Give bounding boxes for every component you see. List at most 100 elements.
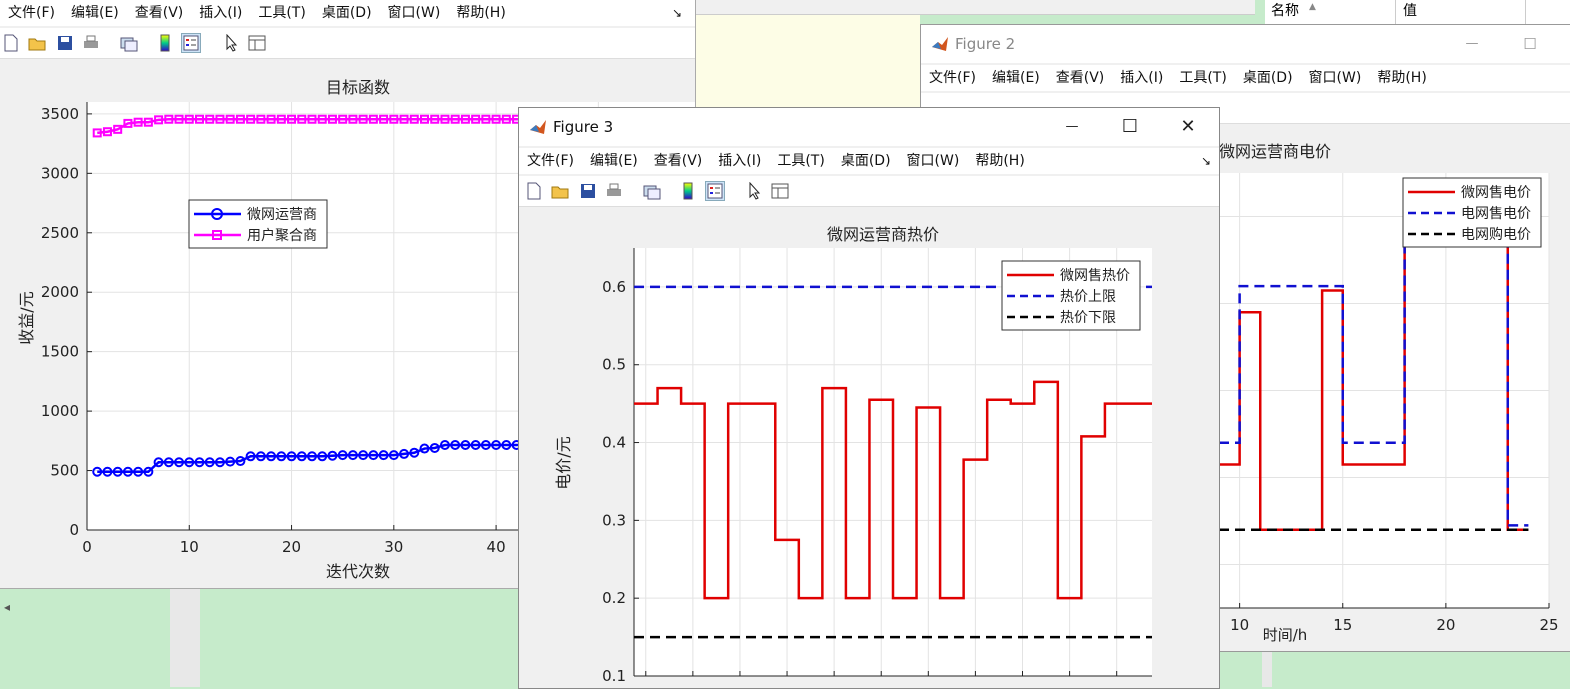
figure3-titlebar[interactable]: Figure 3 — ☐ ✕ (519, 108, 1219, 146)
x-tick-label: 20 (282, 538, 301, 556)
y-tick-label: 0.3 (602, 511, 626, 529)
menu-insert[interactable]: 插入(I) (191, 0, 250, 26)
menu-help[interactable]: 帮助(H) (967, 148, 1032, 174)
minimize-button[interactable]: — (1457, 31, 1487, 57)
menu-help[interactable]: 帮助(H) (1369, 65, 1434, 91)
cursor-icon[interactable] (745, 181, 763, 200)
x-tick-label: 30 (384, 538, 403, 556)
y-tick-label: 2000 (41, 283, 79, 301)
legend-label: 电网购电价 (1461, 227, 1531, 243)
sort-arrow-icon: ▲ (1309, 2, 1316, 12)
workspace-panel: 名称 ▲ 值 (1265, 0, 1570, 25)
colorbar-icon[interactable] (679, 182, 697, 200)
legend-icon[interactable] (705, 181, 725, 201)
close-button[interactable]: ✕ (1173, 114, 1203, 140)
open-file-icon[interactable] (28, 34, 46, 52)
menu-window[interactable]: 窗口(W) (1301, 65, 1370, 91)
figure3-window: Figure 3 — ☐ ✕ 文件(F) 编辑(E) 查看(V) 插入(I) 工具(T)… (518, 107, 1220, 689)
legend-label: 用户聚合商 (247, 227, 317, 244)
figure3-title: Figure 3 (553, 118, 614, 136)
y-tick-label: 0.5 (602, 356, 626, 374)
figure3-toolbar (519, 176, 1219, 207)
menu-edit[interactable]: 编辑(E) (63, 0, 127, 26)
y-axis-label: 电价/元 (554, 436, 573, 489)
chart-title: 微网运营商电价 (1219, 142, 1331, 161)
y-tick-label: 3500 (41, 105, 79, 123)
open-file-icon[interactable] (551, 182, 569, 200)
y-tick-label: 2500 (41, 224, 79, 242)
menu-tools[interactable]: 工具(T) (1171, 65, 1234, 91)
y-tick-label: 0.1 (602, 667, 626, 685)
new-figure-icon[interactable] (2, 34, 20, 52)
chart-title: 微网运营商热价 (827, 225, 939, 244)
x-tick-label: 25 (1539, 616, 1558, 634)
x-tick-label: 20 (1436, 616, 1455, 634)
bg-scroll-arrow[interactable]: ◂ (4, 600, 10, 614)
new-figure-icon[interactable] (525, 182, 543, 200)
menu-insert[interactable]: 插入(I) (1112, 65, 1171, 91)
link-plot-icon[interactable] (643, 182, 661, 200)
x-axis-label: 时间/h (1263, 626, 1308, 644)
menu-file[interactable]: 文件(F) (921, 65, 984, 91)
menu-tools[interactable]: 工具(T) (250, 0, 313, 26)
maximize-button[interactable]: ☐ (1115, 114, 1145, 140)
x-tick-label: 40 (487, 538, 506, 556)
x-tick-label: 10 (1230, 616, 1249, 634)
property-editor-icon[interactable] (771, 182, 789, 200)
legend-icon[interactable] (181, 33, 201, 53)
bg-panel-gray-right (1262, 650, 1272, 687)
figure2-title: Figure 2 (955, 35, 1016, 53)
editor-background (695, 0, 920, 110)
print-icon[interactable] (605, 182, 623, 200)
link-plot-icon[interactable] (120, 34, 138, 52)
editor-strip (695, 0, 1255, 15)
menu-insert[interactable]: 插入(I) (710, 148, 769, 174)
menu-view[interactable]: 查看(V) (127, 0, 192, 26)
save-icon[interactable] (579, 182, 597, 200)
dock-arrow-icon[interactable]: ↘ (1201, 148, 1211, 174)
figure1-toolbar (0, 28, 695, 59)
y-tick-label: 0.6 (602, 278, 626, 296)
workspace-col-name[interactable]: 名称 (1271, 0, 1299, 20)
x-tick-label: 0 (82, 538, 92, 556)
legend-label: 电网售电价 (1461, 206, 1531, 222)
property-editor-icon[interactable] (248, 34, 266, 52)
figure1-menubar: 文件(F) 编辑(E) 查看(V) 插入(I) 工具(T) 桌面(D) 窗口(W) 帮助(H)… (0, 0, 695, 26)
menu-file[interactable]: 文件(F) (519, 148, 582, 174)
menu-view[interactable]: 查看(V) (1048, 65, 1113, 91)
print-icon[interactable] (82, 34, 100, 52)
menu-desktop[interactable]: 桌面(D) (1235, 65, 1301, 91)
y-tick-label: 0 (69, 521, 79, 539)
minimize-button[interactable]: — (1057, 114, 1087, 140)
colorbar-icon[interactable] (156, 34, 174, 52)
figure2-titlebar[interactable]: Figure 2 — ☐ (921, 25, 1570, 63)
x-tick-label: 15 (1333, 616, 1352, 634)
menu-desktop[interactable]: 桌面(D) (314, 0, 380, 26)
x-tick-label: 10 (180, 538, 199, 556)
menu-view[interactable]: 查看(V) (646, 148, 711, 174)
legend-label: 微网运营商 (247, 207, 317, 223)
y-tick-label: 0.4 (602, 434, 626, 452)
y-axis-label: 收益/元 (17, 291, 36, 344)
menu-edit[interactable]: 编辑(E) (582, 148, 646, 174)
legend-label: 微网售热价 (1060, 268, 1130, 284)
menu-tools[interactable]: 工具(T) (769, 148, 832, 174)
figure3-menubar: 文件(F) 编辑(E) 查看(V) 插入(I) 工具(T) 桌面(D) 窗口(W) 帮助(H)… (519, 148, 1219, 174)
maximize-button[interactable]: ☐ (1515, 31, 1545, 57)
menu-window[interactable]: 窗口(W) (899, 148, 968, 174)
menu-help[interactable]: 帮助(H) (448, 0, 513, 26)
legend-label: 热价下限 (1060, 310, 1116, 326)
legend-label: 微网售电价 (1461, 185, 1531, 201)
y-tick-label: 3000 (41, 164, 79, 182)
cursor-icon[interactable] (222, 33, 240, 52)
workspace-col-value[interactable]: 值 (1403, 0, 1417, 20)
menu-window[interactable]: 窗口(W) (380, 0, 449, 26)
y-tick-label: 500 (50, 462, 79, 480)
menu-desktop[interactable]: 桌面(D) (833, 148, 899, 174)
y-tick-label: 1000 (41, 402, 79, 420)
save-icon[interactable] (56, 34, 74, 52)
menu-file[interactable]: 文件(F) (0, 0, 63, 26)
matlab-logo-icon (931, 35, 949, 57)
dock-arrow-icon[interactable]: ↘ (672, 0, 682, 26)
menu-edit[interactable]: 编辑(E) (984, 65, 1048, 91)
